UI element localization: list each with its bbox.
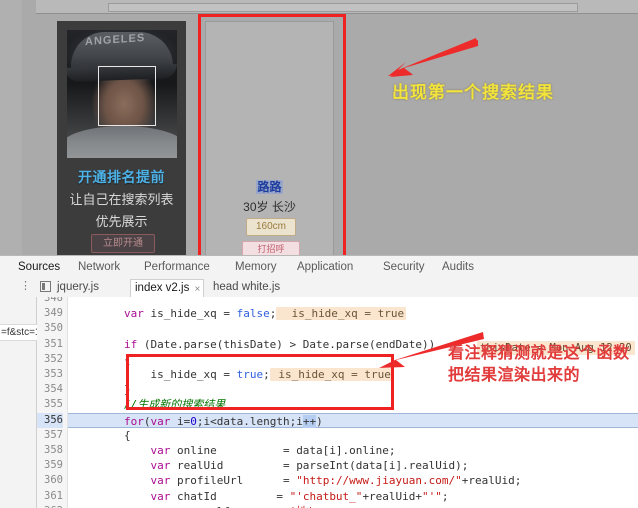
line-number[interactable]: 358 bbox=[37, 443, 63, 458]
ad-headline: 开通排名提前 bbox=[78, 169, 165, 185]
result-name[interactable]: 路路 bbox=[206, 178, 333, 195]
code-line[interactable]: var is_hide_xq = false; is_hide_xq = tru… bbox=[71, 306, 407, 321]
devtools-tabbar: Sources Network Performance Memory Appli… bbox=[0, 256, 638, 279]
tab-network[interactable]: Network bbox=[78, 259, 120, 277]
result-height-badge: 160cm bbox=[246, 218, 296, 236]
line-number[interactable]: 352 bbox=[37, 352, 63, 367]
line-number[interactable]: 357 bbox=[37, 428, 63, 443]
annotation-text-top: 出现第一个搜索结果 bbox=[392, 83, 554, 102]
code-line[interactable]: for(var i=0;i<data.length;i++) bbox=[68, 412, 638, 428]
result-meta: 30岁 长沙 bbox=[243, 200, 296, 214]
face-detection-box bbox=[98, 66, 156, 126]
code-line[interactable]: { bbox=[71, 352, 131, 367]
line-number[interactable]: 355 bbox=[37, 397, 63, 412]
code-line[interactable]: { bbox=[71, 428, 131, 443]
code-line[interactable]: var chatId = "'chatbut_"+realUid+"'"; bbox=[71, 489, 448, 504]
network-request-row[interactable]: =f&stc=1 bbox=[0, 324, 37, 341]
network-panel-sliver: =f&stc=1 bbox=[0, 297, 37, 508]
code-line[interactable]: var realUid = parseInt(data[i].realUid); bbox=[71, 458, 468, 473]
tab-sources[interactable]: Sources bbox=[18, 259, 61, 279]
close-icon[interactable]: × bbox=[195, 281, 201, 298]
line-number[interactable]: 349 bbox=[37, 306, 63, 321]
line-number[interactable]: 348 bbox=[37, 297, 63, 306]
line-number[interactable]: 354 bbox=[37, 382, 63, 397]
photo-shirt bbox=[67, 126, 177, 158]
page-search-box[interactable] bbox=[108, 3, 578, 12]
page-top-toolbar bbox=[36, 0, 638, 14]
line-number[interactable]: 351 bbox=[37, 337, 63, 352]
line-number-gutter: 348 349 350 351 352 353 354 355 356 357 358 359 360 3… bbox=[37, 297, 68, 508]
annotation-text-bottom: 看注释猜测就是这个函数把结果渲染出来的 bbox=[448, 345, 630, 384]
tab-performance[interactable]: Performance bbox=[144, 259, 210, 277]
ad-subline-1: 让自己在搜索列表 bbox=[69, 192, 174, 207]
line-number[interactable]: 353 bbox=[37, 367, 63, 382]
tab-memory[interactable]: Memory bbox=[235, 259, 277, 277]
file-tab-index-v2-label: index v2.js bbox=[135, 282, 190, 294]
annotation-arrow-top bbox=[388, 38, 478, 77]
toggle-navigator-icon[interactable] bbox=[40, 281, 51, 292]
source-code-editor[interactable]: 348 349 350 351 352 353 354 355 356 357 358 359 360 3… bbox=[37, 297, 638, 508]
browser-page-area: ANGELES 开通排名提前 让自己在搜索列表 优先展示 立即开通 路路 30岁… bbox=[0, 0, 638, 255]
promo-ad-card[interactable]: ANGELES 开通排名提前 让自己在搜索列表 优先展示 立即开通 bbox=[57, 21, 186, 255]
code-line[interactable]: //生成新的搜索结果 bbox=[71, 397, 225, 412]
result-name-text: 路路 bbox=[256, 180, 283, 194]
ad-cta-button[interactable]: 立即开通 bbox=[91, 234, 155, 253]
line-number[interactable]: 359 bbox=[37, 458, 63, 473]
tab-application[interactable]: Application bbox=[297, 259, 353, 277]
code-line[interactable]: var profileUrl = "http://www.jiayuan.com… bbox=[71, 473, 521, 488]
result-greet-button[interactable]: 打招呼 bbox=[242, 241, 300, 255]
more-options-icon[interactable]: ⋮ bbox=[20, 281, 31, 293]
tab-security[interactable]: Security bbox=[383, 259, 425, 277]
line-number[interactable]: 356 bbox=[37, 412, 63, 428]
ad-photo: ANGELES bbox=[67, 30, 177, 158]
code-line[interactable]: var online = data[i].online; bbox=[71, 443, 395, 458]
line-number[interactable]: 361 bbox=[37, 489, 63, 504]
file-tab-head-white[interactable]: head white.js bbox=[213, 280, 280, 297]
tab-audits[interactable]: Audits bbox=[442, 259, 474, 277]
file-tab-index-v2[interactable]: index v2.js × bbox=[130, 279, 205, 299]
search-result-card[interactable]: 路路 30岁 长沙 160cm 打招呼 bbox=[205, 21, 334, 255]
line-number[interactable]: 362 bbox=[37, 504, 63, 508]
ad-subline-2: 优先展示 bbox=[95, 214, 148, 229]
devtools-file-tabbar: ⋮ jquery.js index v2.js × head white.js bbox=[0, 277, 638, 299]
code-line[interactable]: var sex_self = '她'; bbox=[71, 504, 320, 508]
file-tab-jquery[interactable]: jquery.js bbox=[57, 280, 99, 297]
line-number[interactable]: 360 bbox=[37, 473, 63, 488]
page-left-strip bbox=[0, 0, 22, 255]
code-line[interactable]: is_hide_xq = true; is_hide_xq = true bbox=[71, 367, 393, 382]
line-number[interactable]: 350 bbox=[37, 321, 63, 336]
code-line[interactable]: } bbox=[71, 382, 131, 397]
